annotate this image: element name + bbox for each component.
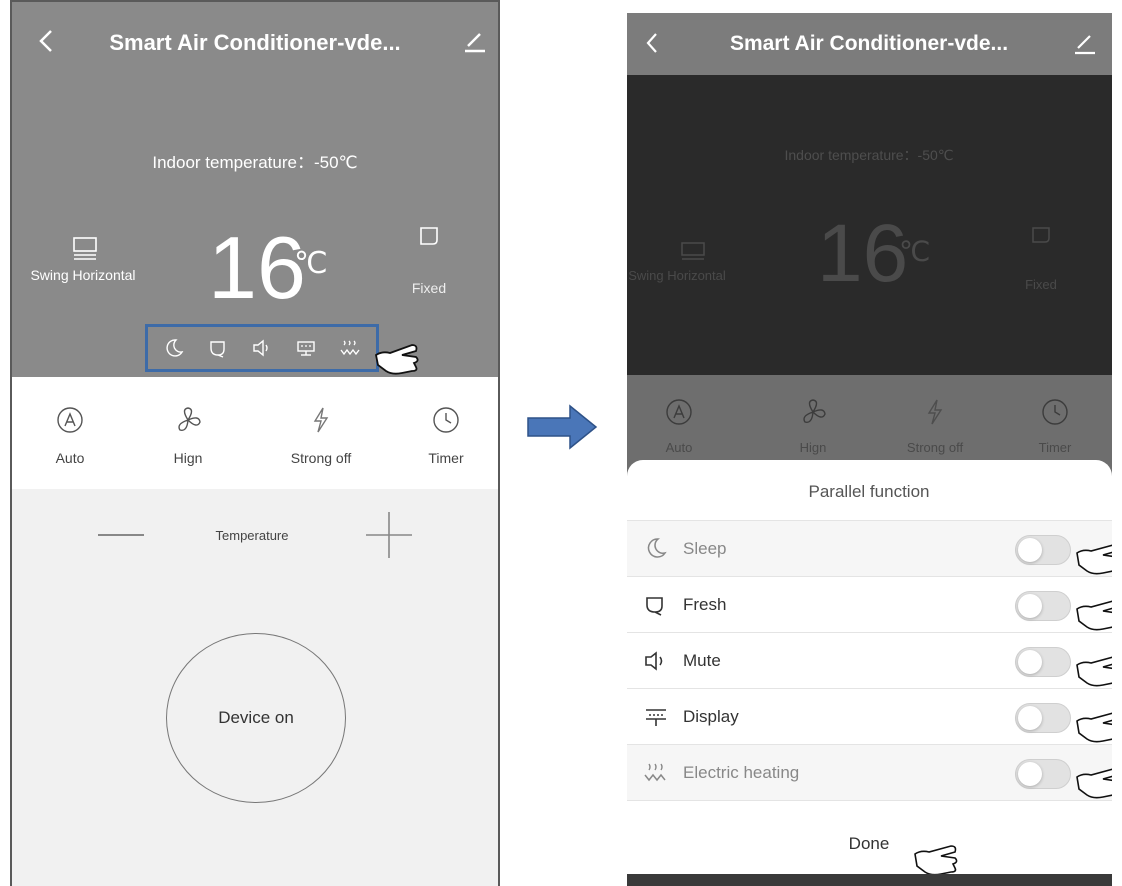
mode-timer-label: Timer (1038, 440, 1072, 455)
bottom-bar (627, 874, 1112, 886)
mode-auto: Auto (629, 397, 729, 455)
clock-icon (1042, 399, 1068, 425)
pointing-hand-icon (1076, 544, 1112, 575)
mode-auto-label: Auto (55, 450, 85, 466)
swing-horizontal-icon[interactable] (68, 236, 102, 264)
function-label: Mute (683, 651, 721, 670)
back-arrow-icon[interactable] (641, 31, 665, 55)
moon-icon (647, 538, 667, 558)
function-label: Electric heating (683, 763, 800, 782)
heating-icon (644, 763, 666, 782)
mode-bar: Auto Hign Strong off Timer (12, 377, 498, 489)
fixed-label: Fixed (1025, 277, 1057, 292)
function-label: Sleep (683, 539, 727, 558)
parallel-function-sheet: Parallel function Sleep Fresh Mute Displ… (627, 460, 1112, 886)
temperature-increase-button[interactable] (364, 510, 414, 560)
pointing-hand-icon (1076, 712, 1112, 743)
sleep-toggle[interactable] (1015, 535, 1071, 565)
indoor-temperature: Indoor temperature：-50℃ (784, 147, 954, 163)
swing-horizontal-label[interactable]: Swing Horizontal (30, 267, 135, 283)
mode-fan-speed-label: Hign (173, 450, 203, 466)
fixed-vane-icon[interactable] (415, 224, 443, 250)
display-toggle[interactable] (1015, 703, 1071, 733)
parallel-function-shortcuts[interactable] (145, 324, 379, 372)
back-arrow-icon[interactable] (34, 28, 60, 54)
pointing-hand-icon (1076, 656, 1112, 687)
display-icon (646, 709, 666, 726)
right-phone-screen: Smart Air Conditioner-vde... Indoor temp… (627, 13, 1112, 886)
auto-mode-icon (57, 407, 83, 433)
mode-fan-speed-label: Hign (799, 440, 827, 455)
fixed-label[interactable]: Fixed (412, 280, 446, 296)
leaf-icon[interactable] (207, 337, 229, 359)
pointing-hand-icon (1076, 768, 1112, 799)
pointing-hand-icon (1076, 600, 1112, 631)
heating-icon[interactable] (339, 337, 361, 359)
fan-icon (178, 407, 201, 431)
lightning-icon (927, 399, 943, 425)
swing-horizontal-icon (681, 242, 705, 260)
pointing-hand-icon (374, 344, 419, 375)
temperature-decrease-button[interactable] (98, 534, 144, 536)
edit-pencil-icon[interactable] (462, 28, 488, 54)
status-panel (12, 2, 498, 377)
sheet-title: Parallel function (808, 482, 930, 501)
mode-timer: Timer (1005, 397, 1105, 455)
function-row-display: Display (627, 688, 1112, 744)
function-label: Fresh (683, 595, 727, 614)
function-row-sleep: Sleep (627, 520, 1112, 576)
mode-timer[interactable]: Timer (396, 405, 496, 466)
mode-timer-label: Timer (428, 450, 464, 466)
set-temperature-value: 16 (208, 218, 306, 317)
temperature-unit: ℃ (294, 247, 328, 280)
page-title: Smart Air Conditioner-vde... (729, 32, 1009, 55)
auto-mode-icon (666, 399, 692, 425)
divider (627, 800, 1112, 801)
function-label: Display (683, 707, 739, 726)
fan-icon (803, 399, 826, 423)
mute-toggle[interactable] (1015, 647, 1071, 677)
mode-auto[interactable]: Auto (20, 405, 120, 466)
function-row-electric-heating: Electric heating (627, 744, 1112, 800)
display-icon[interactable] (295, 337, 317, 359)
set-temperature-value: 16 (817, 208, 909, 299)
power-button[interactable]: Device on (166, 633, 346, 803)
mode-fan-speed[interactable]: Hign (138, 405, 238, 466)
lightning-icon (313, 407, 329, 433)
moon-icon[interactable] (163, 337, 185, 359)
mode-strong-label: Strong off (290, 450, 352, 466)
temperature-unit: ℃ (899, 236, 931, 267)
function-row-fresh: Fresh (627, 576, 1112, 632)
mode-strong-label: Strong off (906, 440, 964, 455)
page-title: Smart Air Conditioner-vde... (109, 30, 401, 55)
indoor-temperature: Indoor temperature：-50℃ (152, 153, 358, 172)
swing-horizontal-label: Swing Horizontal (628, 268, 726, 283)
electric-heating-toggle[interactable] (1015, 759, 1071, 789)
left-phone-screen: Smart Air Conditioner-vde... Indoor temp… (10, 0, 500, 886)
leaf-icon (646, 597, 663, 616)
mode-fan-speed: Hign (763, 397, 863, 455)
fixed-vane-icon (1032, 227, 1050, 243)
speaker-icon (645, 651, 663, 671)
mode-strong: Strong off (885, 397, 985, 455)
speaker-icon[interactable] (251, 337, 273, 359)
mode-strong[interactable]: Strong off (271, 405, 371, 466)
temperature-label: Temperature (215, 528, 289, 543)
transition-arrow-icon (527, 404, 598, 450)
done-button[interactable]: Done (849, 834, 890, 854)
fresh-toggle[interactable] (1015, 591, 1071, 621)
clock-icon (433, 407, 459, 433)
edit-pencil-icon[interactable] (1073, 31, 1097, 55)
function-row-mute: Mute (627, 632, 1112, 688)
mode-auto-label: Auto (665, 440, 693, 455)
